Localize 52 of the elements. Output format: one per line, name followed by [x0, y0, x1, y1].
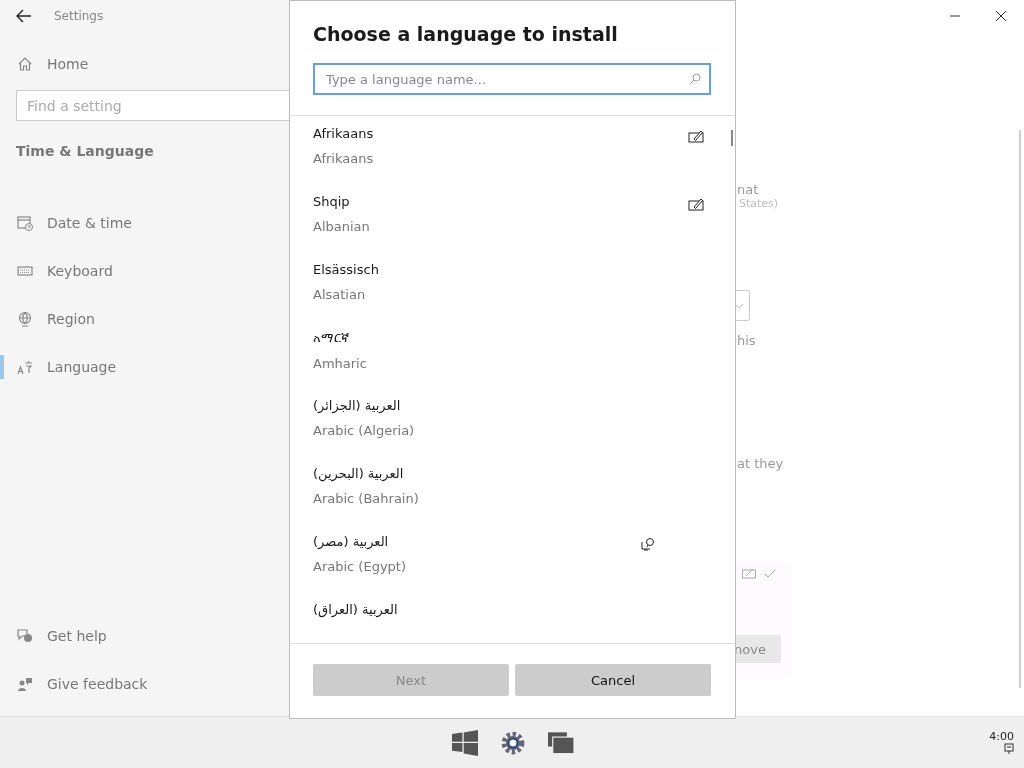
search-field[interactable]: Find a setting	[17, 96, 269, 115]
spellcheck-icon	[764, 567, 776, 579]
section-heading: Time & Language	[16, 143, 155, 159]
gear-icon[interactable]	[500, 729, 526, 756]
language-name[interactable]: Albanian	[313, 219, 370, 234]
handwriting-icon	[742, 567, 756, 579]
language-name[interactable]: Shqip	[313, 194, 350, 209]
window-title: Settings	[54, 9, 104, 23]
search-icon	[689, 73, 701, 85]
close-icon	[996, 11, 1006, 21]
language-name[interactable]: Elsässisch	[313, 262, 379, 277]
nav-item[interactable]: Language	[0, 343, 290, 391]
nav-item[interactable]: Get help	[0, 612, 290, 660]
background-text: his	[737, 333, 757, 348]
background-text: States)	[739, 197, 780, 210]
calendar-clock-icon	[17, 215, 33, 231]
windows-logo-icon[interactable]	[452, 729, 478, 756]
task-view-icon[interactable]	[548, 729, 574, 756]
help-bubble-icon	[17, 628, 33, 644]
nav-item[interactable]: Keyboard	[0, 247, 290, 295]
background-text: at they	[737, 456, 785, 471]
language-name[interactable]: العربية (مصر)	[313, 534, 389, 549]
home-link[interactable]: Home	[17, 56, 290, 72]
language-name[interactable]: Amharic	[313, 356, 367, 371]
dialog-title: Choose a language to install	[313, 23, 619, 45]
language-name[interactable]: Arabic (Egypt)	[313, 559, 406, 574]
scrollbar-thumb[interactable]	[731, 130, 733, 146]
language-icon	[17, 359, 33, 375]
scrollbar[interactable]	[1019, 130, 1021, 688]
language-name[interactable]: العربية (الجزائر)	[313, 398, 401, 413]
notification-icon	[1004, 743, 1014, 755]
language-name[interactable]: Arabic (Algeria)	[313, 423, 415, 438]
language-search-box[interactable]: Type a language name...	[313, 63, 711, 95]
globe-icon	[17, 311, 33, 327]
cancel-button[interactable]: Cancel	[515, 664, 711, 696]
person-feedback-icon	[17, 676, 33, 692]
search-box[interactable]: Find a setting	[16, 90, 290, 121]
home-icon	[17, 56, 33, 72]
background-text: nat	[737, 182, 760, 197]
language-name[interactable]: አማርኛ	[313, 330, 349, 346]
language-name[interactable]: Alsatian	[313, 287, 366, 302]
nav-item[interactable]: Date & time	[0, 199, 290, 247]
clock-time: 4:00	[989, 730, 1014, 743]
language-name[interactable]: Afrikaans	[313, 151, 374, 166]
language-name[interactable]: Afrikaans	[313, 126, 374, 141]
language-name[interactable]: العربية (العراق)	[313, 602, 398, 617]
language-name[interactable]: العربية (البحرين)	[313, 466, 404, 481]
language-name[interactable]: Arabic (Bahrain)	[313, 491, 419, 506]
back-arrow-icon[interactable]	[16, 9, 32, 23]
nav-item[interactable]: Region	[0, 295, 290, 343]
keyboard-icon	[17, 263, 33, 279]
nav-item[interactable]: Give feedback	[0, 660, 290, 708]
